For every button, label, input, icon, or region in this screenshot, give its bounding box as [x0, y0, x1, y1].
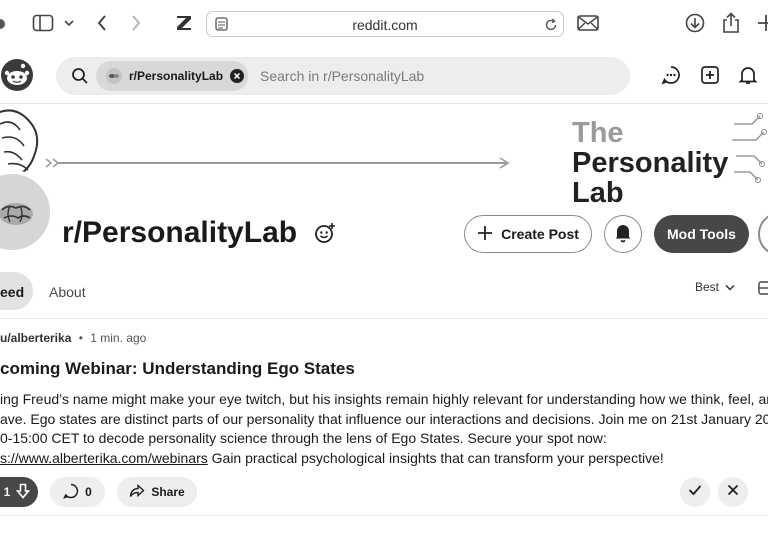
- post-body-line: ing Freud’s name might make your eye twi…: [0, 391, 768, 407]
- brand-line-1: The: [572, 117, 624, 149]
- tab-feed-label: eed: [0, 284, 25, 300]
- reddit-logo-icon[interactable]: [0, 58, 34, 92]
- browser-toolbar: reddit.com: [0, 0, 768, 48]
- approve-button[interactable]: [680, 477, 710, 507]
- notifications-icon[interactable]: [738, 65, 760, 87]
- create-post-button[interactable]: Create Post: [464, 215, 592, 253]
- brain-avatar-icon: [0, 203, 33, 225]
- post-title[interactable]: coming Webinar: Understanding Ego States: [0, 359, 355, 379]
- search-icon: [71, 67, 89, 90]
- search-input[interactable]: Search in r/PersonalityLab: [260, 68, 424, 84]
- reload-icon[interactable]: [543, 17, 559, 33]
- more-options-button[interactable]: [758, 212, 768, 256]
- comment-count: 0: [85, 485, 92, 499]
- url-text: reddit.com: [352, 17, 418, 33]
- chevron-down-icon[interactable]: [62, 16, 76, 30]
- checkmark-icon: [688, 483, 702, 501]
- webinar-link[interactable]: s://www.alberterika.com/webinars: [0, 450, 208, 466]
- back-icon[interactable]: [93, 13, 111, 33]
- create-icon[interactable]: [700, 65, 722, 87]
- join-notifications-button[interactable]: [604, 215, 642, 253]
- vote-count: 1: [3, 485, 11, 499]
- subreddit-chip-avatar: [106, 68, 122, 89]
- bell-icon: [614, 223, 632, 246]
- post-body: ing Freud’s name might make your eye twi…: [0, 390, 768, 468]
- download-icon[interactable]: [684, 12, 706, 34]
- post-body-line: s://www.alberterika.com/webinars Gain pr…: [0, 449, 768, 469]
- meta-separator: •: [78, 331, 83, 345]
- new-tab-icon[interactable]: [756, 13, 768, 33]
- mail-icon[interactable]: [576, 13, 600, 33]
- subreddit-chip-label: r/PersonalityLab: [129, 69, 224, 83]
- downvote-icon[interactable]: [16, 483, 31, 502]
- post-body-line: ave. Ego states are distinct parts of ou…: [0, 410, 768, 427]
- community-emoji-icon[interactable]: [314, 222, 336, 249]
- post-author[interactable]: u/alberterika: [0, 331, 71, 345]
- brand-line-2: Personality: [572, 147, 729, 179]
- community-avatar[interactable]: [0, 170, 54, 254]
- address-bar[interactable]: reddit.com: [206, 11, 564, 37]
- sidebar-icon[interactable]: [32, 12, 54, 34]
- chevron-down-icon: [725, 280, 735, 294]
- chat-icon[interactable]: [661, 65, 683, 87]
- tab-feed[interactable]: eed: [0, 272, 33, 310]
- community-name: r/PersonalityLab: [62, 216, 298, 249]
- post-body-text: Gain practical psychological insights th…: [207, 449, 664, 466]
- plus-icon: [477, 225, 493, 244]
- sort-label: Best: [695, 280, 720, 294]
- comment-icon: [63, 483, 79, 502]
- post-meta: u/alberterika • 1 min. ago: [0, 331, 146, 345]
- post-time: 1 min. ago: [90, 331, 147, 345]
- mod-tools-button[interactable]: Mod Tools: [654, 215, 749, 253]
- post-body-line: 0-15:00 CET to decode personality scienc…: [0, 430, 607, 446]
- create-post-label: Create Post: [501, 226, 579, 242]
- share-button[interactable]: Share: [117, 477, 197, 507]
- remove-button[interactable]: [718, 477, 748, 507]
- tab-dot-icon: [0, 18, 6, 30]
- arrow-line: [45, 157, 510, 169]
- view-layout-icon[interactable]: [758, 281, 768, 300]
- banner-brand-text: The Personality Lab: [572, 118, 728, 204]
- reddit-header: r/PersonalityLab Search in r/Personality…: [0, 48, 768, 104]
- sort-dropdown[interactable]: Best: [695, 280, 735, 294]
- close-icon[interactable]: [230, 69, 244, 88]
- comments-button[interactable]: 0: [50, 477, 105, 507]
- subreddit-chip[interactable]: r/PersonalityLab: [96, 61, 248, 91]
- forward-icon[interactable]: [127, 13, 145, 33]
- close-icon: [727, 483, 739, 501]
- mod-tools-label: Mod Tools: [667, 226, 736, 242]
- circuit-brain-illustration: [732, 113, 767, 183]
- vote-pill: 1: [0, 477, 38, 507]
- divider: [0, 515, 768, 516]
- brand-line-3: Lab: [572, 177, 624, 204]
- share-label: Share: [151, 485, 185, 499]
- divider: [0, 318, 768, 319]
- community-banner: The Personality Lab: [0, 104, 768, 204]
- share-icon[interactable]: [720, 11, 742, 35]
- tab-about[interactable]: About: [49, 284, 86, 300]
- zotero-icon[interactable]: [174, 13, 194, 33]
- search-bar[interactable]: r/PersonalityLab Search in r/Personality…: [56, 57, 630, 95]
- share-arrow-icon: [129, 483, 145, 501]
